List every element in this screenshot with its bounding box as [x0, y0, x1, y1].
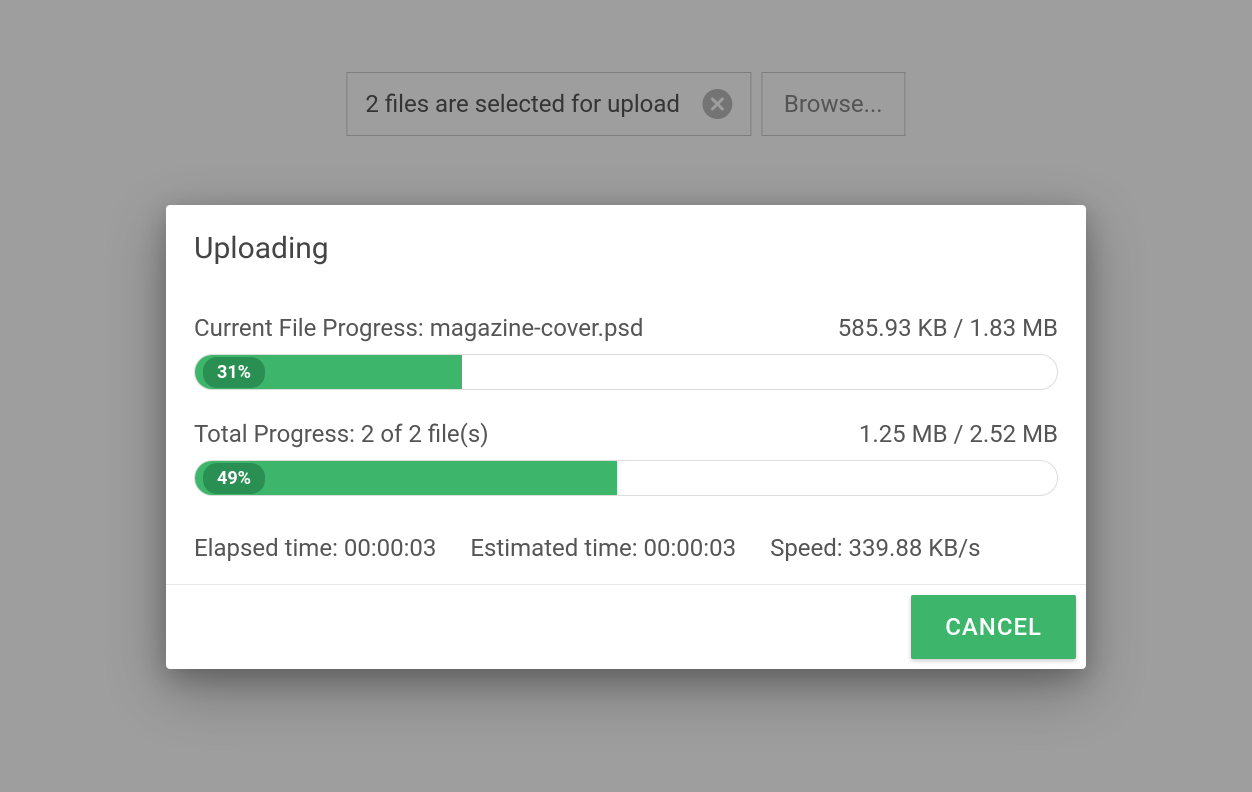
current-file-label-prefix: Current File Progress:	[194, 314, 430, 342]
total-progress-bar: 49%	[194, 460, 1058, 496]
current-file-progress-fill: 31%	[195, 355, 462, 389]
estimated-time: Estimated time: 00:00:03	[470, 534, 736, 562]
current-file-progress-bar: 31%	[194, 354, 1058, 390]
total-progress-label: Total Progress: 2 of 2 file(s)	[194, 420, 489, 448]
dialog-body: Uploading Current File Progress: magazin…	[166, 205, 1086, 584]
current-file-size: 585.93 KB / 1.83 MB	[838, 314, 1058, 342]
total-percent-badge: 49%	[203, 463, 265, 494]
upload-dialog: Uploading Current File Progress: magazin…	[166, 205, 1086, 669]
upload-stats: Elapsed time: 00:00:03 Estimated time: 00…	[194, 530, 1058, 566]
current-file-label: Current File Progress: magazine-cover.ps…	[194, 314, 643, 342]
dialog-title: Uploading	[194, 231, 1058, 266]
total-progress-section: Total Progress: 2 of 2 file(s) 1.25 MB /…	[194, 420, 1058, 496]
current-file-header: Current File Progress: magazine-cover.ps…	[194, 314, 1058, 342]
total-progress-fill: 49%	[195, 461, 617, 495]
total-progress-header: Total Progress: 2 of 2 file(s) 1.25 MB /…	[194, 420, 1058, 448]
elapsed-time: Elapsed time: 00:00:03	[194, 534, 436, 562]
current-file-name: magazine-cover.psd	[430, 314, 644, 342]
cancel-button[interactable]: CANCEL	[911, 595, 1076, 659]
upload-speed: Speed: 339.88 KB/s	[770, 534, 981, 562]
current-file-percent-badge: 31%	[203, 357, 265, 388]
current-file-section: Current File Progress: magazine-cover.ps…	[194, 314, 1058, 390]
total-progress-size: 1.25 MB / 2.52 MB	[859, 420, 1058, 448]
dialog-footer: CANCEL	[166, 584, 1086, 669]
